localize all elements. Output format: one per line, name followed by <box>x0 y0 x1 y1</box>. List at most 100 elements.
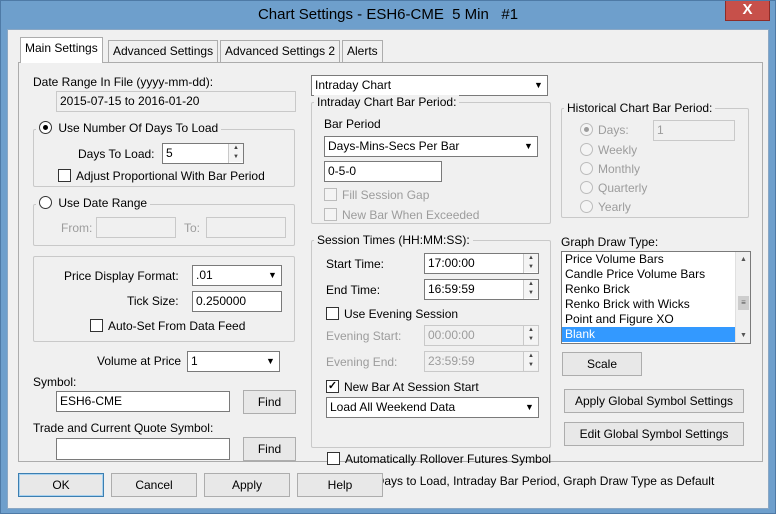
graph-draw-type-label: Graph Draw Type: <box>561 235 659 249</box>
bar-period-value-input[interactable]: 0-5-0 <box>324 161 442 182</box>
evening-end-label: Evening End: <box>326 355 398 369</box>
list-item[interactable]: Candle Price Volume Bars <box>562 267 750 282</box>
to-date-input[interactable] <box>206 217 286 238</box>
price-format-group: Price Display Format: .01 ▼ Tick Size: 0… <box>33 256 295 342</box>
intraday-bar-period-label: Intraday Chart Bar Period: <box>314 95 460 109</box>
symbol-input[interactable]: ESH6-CME <box>56 391 230 412</box>
end-time-spinner[interactable]: ▲ ▼ <box>523 280 538 299</box>
trade-quote-symbol-input[interactable] <box>56 438 230 460</box>
end-time-input[interactable]: 16:59:59 ▲ ▼ <box>424 279 539 300</box>
days-to-load-spinner[interactable]: ▲ ▼ <box>228 144 243 163</box>
graph-draw-type-list[interactable]: Price Volume Bars Candle Price Volume Ba… <box>561 251 751 344</box>
list-item[interactable]: Price Volume Bars <box>562 252 750 267</box>
end-time-label: End Time: <box>326 283 381 297</box>
tick-size-input[interactable]: 0.250000 <box>192 291 282 312</box>
auto-set-checkbox[interactable] <box>90 319 103 332</box>
close-button[interactable]: X <box>725 1 770 21</box>
price-display-format-select[interactable]: .01 ▼ <box>192 265 282 286</box>
list-item[interactable]: Point and Figure XO <box>562 312 750 327</box>
historical-quarterly-label: Quarterly <box>598 181 648 195</box>
date-range-file-label: Date Range In File (yyyy-mm-dd): <box>33 75 214 89</box>
scroll-down-icon[interactable]: ▼ <box>736 328 750 343</box>
apply-global-symbol-settings-button[interactable]: Apply Global Symbol Settings <box>564 389 744 413</box>
evening-start-label: Evening Start: <box>326 329 402 343</box>
ok-button[interactable]: OK <box>18 473 104 497</box>
session-times-label: Session Times (HH:MM:SS): <box>314 233 473 247</box>
main-settings-panel: Date Range In File (yyyy-mm-dd): 2015-07… <box>18 62 763 488</box>
symbol-find-button[interactable]: Find <box>243 390 296 414</box>
chart-type-select[interactable]: Intraday Chart ▼ <box>311 75 548 96</box>
from-date-input[interactable] <box>96 217 176 238</box>
historical-monthly-radio[interactable] <box>580 162 593 175</box>
start-time-input[interactable]: 17:00:00 ▲ ▼ <box>424 253 539 274</box>
tick-size-label: Tick Size: <box>127 294 179 308</box>
new-bar-session-start-checkbox[interactable]: ✓ <box>326 380 339 393</box>
use-days-to-load-radio[interactable] <box>39 121 52 134</box>
weekend-data-value: Load All Weekend Data <box>330 400 456 414</box>
list-item-selected[interactable]: Blank <box>562 327 750 342</box>
use-date-range-radio[interactable] <box>39 196 52 209</box>
trade-quote-find-button[interactable]: Find <box>243 437 296 461</box>
fill-session-gap-checkbox[interactable] <box>324 188 337 201</box>
bar-period-type-value: Days-Mins-Secs Per Bar <box>328 139 460 153</box>
start-time-spinner[interactable]: ▲ ▼ <box>523 254 538 273</box>
historical-days-label: Days: <box>598 123 629 137</box>
evening-end-spinner[interactable]: ▲ ▼ <box>523 352 538 371</box>
symbol-label: Symbol: <box>33 375 77 389</box>
chevron-down-icon: ▼ <box>268 270 277 280</box>
chevron-down-icon: ▼ <box>525 402 534 412</box>
tab-advanced-settings[interactable]: Advanced Settings <box>108 40 219 62</box>
evening-start-spinner[interactable]: ▲ ▼ <box>523 326 538 345</box>
historical-yearly-radio[interactable] <box>580 200 593 213</box>
historical-weekly-radio[interactable] <box>580 143 593 156</box>
evening-end-value: 23:59:59 <box>428 354 475 368</box>
new-bar-exceeded-label: New Bar When Exceeded <box>342 208 480 222</box>
price-display-format-value: .01 <box>196 268 213 282</box>
bar-period-type-select[interactable]: Days-Mins-Secs Per Bar ▼ <box>324 136 538 157</box>
scroll-thumb[interactable]: ≡ <box>738 296 749 310</box>
evening-end-input[interactable]: 23:59:59 ▲ ▼ <box>424 351 539 372</box>
historical-bar-period-group: Historical Chart Bar Period: Days: 1 Wee… <box>561 101 749 218</box>
bar-period-label: Bar Period <box>324 117 381 131</box>
volume-at-price-select[interactable]: 1 ▼ <box>187 351 280 372</box>
scale-button[interactable]: Scale <box>562 352 642 376</box>
title-bar[interactable]: Chart Settings - ESH6-CME 5 Min #1 X <box>1 1 775 29</box>
cancel-button[interactable]: Cancel <box>111 473 197 497</box>
scroll-up-icon[interactable]: ▲ <box>736 252 750 267</box>
list-item[interactable]: Renko Brick <box>562 282 750 297</box>
from-label: From: <box>61 221 93 235</box>
use-evening-session-checkbox[interactable] <box>326 307 339 320</box>
historical-days-input[interactable]: 1 <box>653 120 735 141</box>
days-to-load-input[interactable]: 5 ▲ ▼ <box>162 143 244 164</box>
dialog-client-area: Main Settings Advanced Settings Advanced… <box>7 29 769 509</box>
adjust-proportional-checkbox[interactable] <box>58 169 71 182</box>
list-item[interactable]: Renko Brick with Wicks <box>562 297 750 312</box>
window-title: Chart Settings - ESH6-CME 5 Min #1 <box>257 6 519 23</box>
end-time-value: 16:59:59 <box>428 282 475 296</box>
apply-button[interactable]: Apply <box>204 473 290 497</box>
auto-rollover-checkbox[interactable] <box>327 452 340 465</box>
volume-at-price-value: 1 <box>191 354 198 368</box>
help-button[interactable]: Help <box>297 473 383 497</box>
graph-draw-type-scrollbar[interactable]: ▲ ≡ ▼ <box>735 252 750 343</box>
tab-main-settings[interactable]: Main Settings <box>20 37 103 63</box>
new-bar-exceeded-checkbox[interactable] <box>324 208 337 221</box>
intraday-bar-period-group: Intraday Chart Bar Period: Bar Period Da… <box>311 95 551 224</box>
to-label: To: <box>184 221 201 235</box>
historical-quarterly-radio[interactable] <box>580 181 593 194</box>
tab-advanced-settings-2[interactable]: Advanced Settings 2 <box>220 40 341 62</box>
days-to-load-group: Use Number Of Days To Load Days To Load:… <box>33 121 295 187</box>
adjust-proportional-label: Adjust Proportional With Bar Period <box>76 169 265 183</box>
edit-global-symbol-settings-button[interactable]: Edit Global Symbol Settings <box>564 422 744 446</box>
volume-at-price-label: Volume at Price <box>97 354 182 368</box>
date-range-group: Use Date Range From: To: <box>33 196 295 246</box>
evening-start-input[interactable]: 00:00:00 ▲ ▼ <box>424 325 539 346</box>
chevron-down-icon: ▼ <box>524 141 533 151</box>
auto-set-label: Auto-Set From Data Feed <box>108 319 246 333</box>
chevron-down-icon: ▼ <box>266 356 275 366</box>
historical-days-radio[interactable] <box>580 123 593 136</box>
save-default-label: Save Days to Load, Intraday Bar Period, … <box>345 474 715 488</box>
weekend-data-select[interactable]: Load All Weekend Data ▼ <box>326 397 539 418</box>
tab-alerts[interactable]: Alerts <box>342 40 383 62</box>
session-times-group: Session Times (HH:MM:SS): Start Time: 17… <box>311 233 551 448</box>
